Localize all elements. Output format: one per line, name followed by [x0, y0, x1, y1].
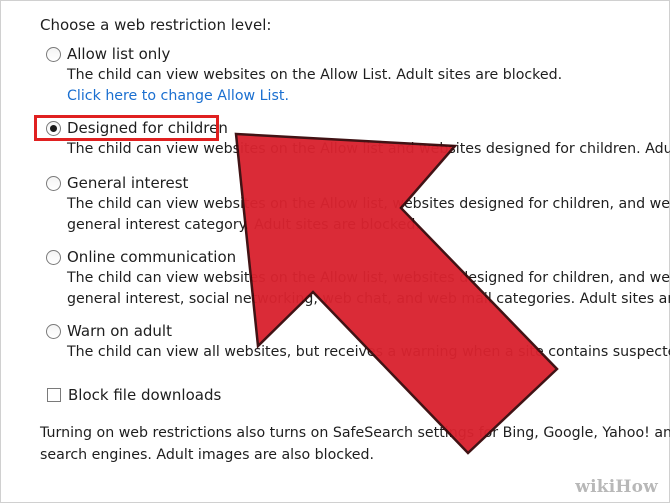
option-label[interactable]: Warn on adult [67, 322, 172, 340]
option-label[interactable]: Allow list only [67, 45, 170, 63]
radio-warn-on-adult[interactable] [46, 323, 61, 339]
footer-line: search engines. Adult images are also bl… [40, 447, 375, 463]
option-label[interactable]: General interest [67, 174, 188, 192]
option-label[interactable]: Online communication [67, 248, 236, 266]
radio-general-interest[interactable] [46, 175, 61, 191]
block-file-downloads-checkbox[interactable] [47, 388, 61, 402]
option-description: The child can view websites on the Allow… [67, 196, 670, 212]
option-description: The child can view websites on the Allow… [67, 270, 670, 286]
option-description: The child can view websites on the Allow… [67, 67, 563, 83]
option-description: The child can view websites on the Allow… [67, 141, 670, 157]
wikihow-watermark: wikiHow [575, 477, 658, 497]
option-general-interest[interactable]: General interest The child can view webs… [40, 172, 670, 236]
radio-online-communication[interactable] [46, 249, 61, 265]
selection-highlight-box [34, 115, 219, 141]
option-warn-on-adult[interactable]: Warn on adult The child can view all web… [40, 320, 670, 363]
block-file-downloads-option[interactable]: Block file downloads [40, 384, 221, 406]
section-heading: Choose a web restriction level: [40, 16, 272, 34]
option-online-communication[interactable]: Online communication The child can view … [40, 246, 670, 310]
change-allow-list-link[interactable]: Click here to change Allow List. [67, 86, 562, 107]
option-description: general interest category. Adult sites a… [67, 217, 420, 233]
checkbox-label[interactable]: Block file downloads [68, 386, 221, 404]
option-description: general interest, social networking, web… [67, 291, 670, 307]
footer-note: Turning on web restrictions also turns o… [40, 422, 670, 466]
option-allow-list-only[interactable]: Allow list only The child can view websi… [40, 43, 562, 107]
radio-allow-list-only[interactable] [46, 46, 61, 62]
footer-line: Turning on web restrictions also turns o… [40, 425, 670, 441]
option-description: The child can view all websites, but rec… [67, 344, 670, 360]
